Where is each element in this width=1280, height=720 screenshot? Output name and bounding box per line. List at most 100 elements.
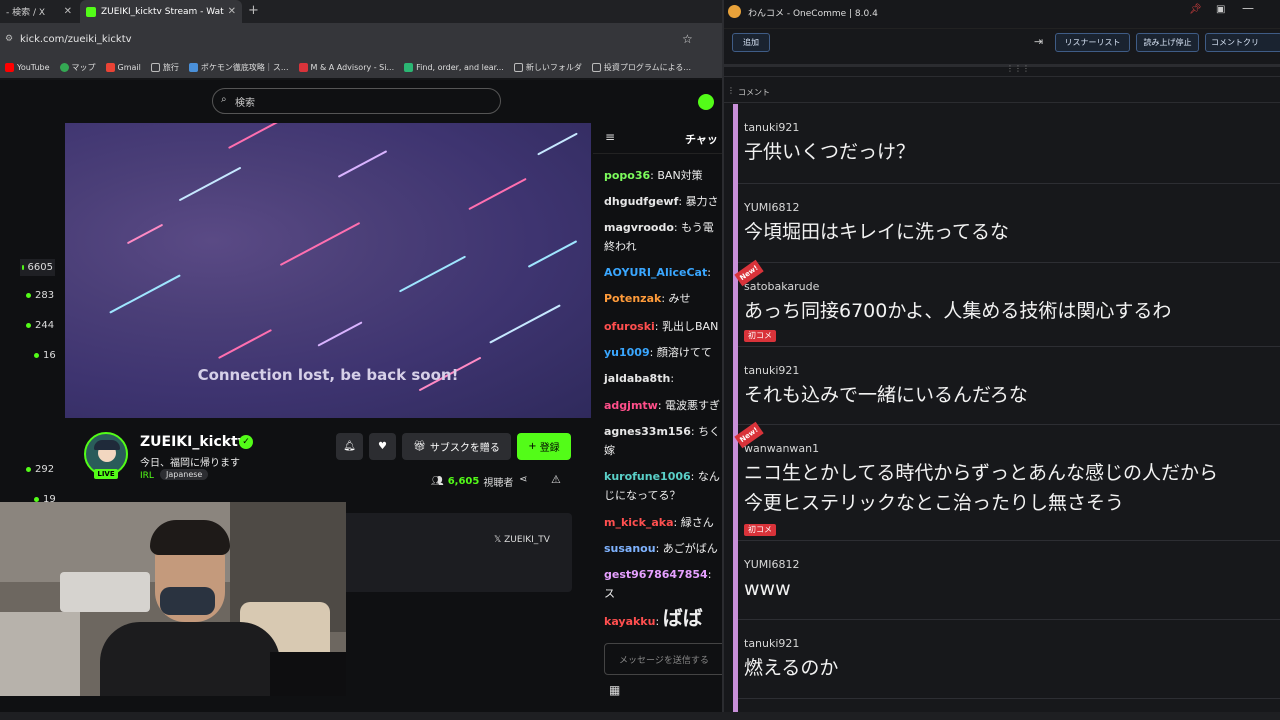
chat-username[interactable]: jaldaba8th (604, 372, 670, 385)
follow-button[interactable]: + 登録 (517, 433, 571, 460)
kick-extension-icon[interactable] (698, 94, 714, 110)
tab-kick-stream[interactable]: ZUEIKI_kicktv Stream - Wat ✕ (80, 0, 242, 23)
comment-clear-button[interactable]: コメントクリ (1205, 33, 1280, 52)
tab-label: - 検索 / X (6, 8, 46, 18)
comment-username[interactable]: satobakarude (744, 280, 819, 293)
chat-username[interactable]: Potenzak (604, 292, 661, 305)
x-social-link[interactable]: 𝕏 ZUEIKI_TV (494, 535, 550, 545)
chat-message: kayakku: ばば (604, 606, 703, 630)
chat-text-continued: じになってる？ (604, 489, 681, 502)
chat-username[interactable]: adgjmtw (604, 399, 658, 412)
sidebar-channel[interactable]: 16 (34, 350, 56, 361)
chat-panel: ≡ チャッ popo36: BAN対策 dhgudfgewf: 暴力さ magvro… (593, 122, 722, 720)
viewer-count: 👥︎ 6,605 視聴者 (431, 476, 514, 489)
listener-list-button[interactable]: リスナーリスト (1055, 33, 1130, 52)
divider (724, 76, 1280, 77)
report-icon[interactable]: ⚠ (551, 473, 561, 486)
comment-list: tanuki921 子供いくつだっけ？ YUMI6812 今頃堀田はキレイに洗ってるな… (733, 104, 1280, 720)
bookmark-find-order[interactable]: Find, order, and lear... (404, 62, 504, 72)
browser-window: - 検索 / X ✕ ZUEIKI_kicktv Stream - Wat ✕ … (0, 0, 722, 720)
comment-item[interactable]: tanuki921 子供いくつだっけ？ (738, 104, 1280, 184)
chat-message: Potenzak: みせ (604, 292, 691, 305)
chat-username[interactable]: kurofune1006 (604, 470, 691, 483)
bookmark-pokemon[interactable]: ポケモン徹底攻略｜ス... (188, 62, 289, 73)
address-bar[interactable]: ⚙ kick.com/zueiki_kicktv ☆ (0, 30, 722, 52)
comment-item[interactable]: New! satobakarude あっち同接6700かよ、人集める技術は関心するわ… (734, 259, 1280, 347)
gift-subscription-button[interactable]: 🎁︎ サブスクを贈る (402, 433, 511, 460)
folder-icon (150, 62, 160, 72)
picture-in-picture-icon[interactable]: ▣ (1216, 4, 1225, 15)
chat-username[interactable]: m_kick_aka (604, 516, 674, 529)
chat-username[interactable]: ofuroski (604, 320, 655, 333)
bookmark-maps[interactable]: マップ (59, 62, 96, 73)
login-icon[interactable]: ⇥ (1034, 35, 1043, 48)
chat-username[interactable]: popo36 (604, 169, 650, 182)
panel-menu-icon[interactable]: ⋮ (727, 86, 735, 95)
comment-username[interactable]: tanuki921 (744, 637, 799, 650)
bookmark-ma-advisory[interactable]: M & A Advisory - Si... (298, 62, 394, 72)
tab-x-search[interactable]: - 検索 / X ✕ (0, 0, 78, 23)
chat-message: agnes33m156: ちく嫁 (604, 422, 720, 460)
chat-username[interactable]: AOYURI_AliceCat (604, 266, 707, 279)
heart-icon: ♥ (378, 441, 387, 452)
comment-username[interactable]: YUMI6812 (744, 201, 800, 214)
comment-username[interactable]: wanwanwan1 (744, 442, 819, 455)
comment-username[interactable]: tanuki921 (744, 364, 799, 377)
video-player[interactable]: Connection lost, be back soon! (65, 123, 591, 418)
close-icon[interactable]: ✕ (64, 6, 72, 17)
comment-username[interactable]: tanuki921 (744, 121, 799, 134)
chat-text-continued: ス (604, 587, 615, 600)
sidebar-channel[interactable]: 244 (26, 320, 54, 331)
sidebar-channel[interactable]: 283 (26, 290, 54, 301)
bookmark-travel[interactable]: 旅行 (150, 62, 179, 73)
comment-item[interactable]: tanuki921 燃えるのか (738, 620, 1280, 699)
bookmark-gmail[interactable]: Gmail (105, 62, 141, 72)
add-button[interactable]: 追加 (732, 33, 770, 52)
pokemon-site-icon (188, 62, 198, 72)
drag-handle[interactable]: ⋮⋮⋮ (1006, 64, 1030, 73)
sidebar-channel[interactable]: 6605 (20, 259, 55, 276)
favorite-button[interactable]: ♥ (369, 433, 396, 460)
chat-message: popo36: BAN対策 (604, 169, 703, 182)
emote-store-icon[interactable]: ▦ (609, 683, 620, 697)
chat-message: yu1009: 顔溶けてて (604, 346, 712, 359)
comment-item[interactable]: YUMI6812 今頃堀田はキレイに洗ってるな (738, 184, 1280, 263)
chat-username[interactable]: yu1009 (604, 346, 650, 359)
new-tab-icon[interactable]: + (248, 3, 259, 18)
minimize-icon[interactable]: — (1242, 1, 1254, 15)
chat-username[interactable]: magvroodo (604, 221, 674, 234)
divider (724, 64, 1280, 67)
comment-username[interactable]: YUMI6812 (744, 558, 800, 571)
chat-username[interactable]: susanou (604, 542, 656, 555)
stop-reading-button[interactable]: 読み上げ停止 (1136, 33, 1199, 52)
bookmark-investment[interactable]: 投資プログラムによる... (591, 62, 691, 73)
bookmark-youtube[interactable]: YouTube (5, 62, 50, 72)
share-icon[interactable]: ⋖ (519, 474, 527, 485)
viewers-icon: 👥︎ (431, 476, 444, 487)
notification-button[interactable]: 🔔︎ (336, 433, 363, 460)
pin-icon[interactable]: 📌︎ (1189, 4, 1202, 15)
bookmark-star-icon[interactable]: ☆ (682, 32, 693, 46)
site-info-icon[interactable]: ⚙ (5, 34, 13, 44)
chat-message: AOYURI_AliceCat: (604, 266, 711, 279)
chat-input[interactable]: メッセージを送信する (604, 643, 722, 675)
category-link[interactable]: IRL (140, 471, 154, 481)
comment-item[interactable]: YUMI6812 www (738, 541, 1280, 620)
channel-name[interactable]: ZUEIKI_kicktv (140, 434, 247, 450)
chat-username[interactable]: agnes33m156 (604, 425, 691, 438)
folder-icon (591, 62, 601, 72)
ma-site-icon (298, 62, 308, 72)
sidebar-channel[interactable]: 292 (26, 464, 54, 475)
comment-item[interactable]: tanuki921 それも込みで一緒にいるんだろな (738, 347, 1280, 425)
search-input[interactable]: ⌕ 検索 (212, 88, 501, 114)
menu-icon[interactable]: ≡ (605, 130, 615, 144)
chat-username[interactable]: kayakku (604, 615, 655, 628)
language-tag[interactable]: Japanese (160, 469, 209, 480)
chat-username[interactable]: gest9678647854 (604, 568, 708, 581)
close-icon[interactable]: ✕ (228, 6, 236, 17)
about-panel (340, 513, 572, 592)
taskbar (0, 712, 1280, 720)
bookmark-new-folder[interactable]: 新しいフォルダ (513, 62, 582, 73)
chat-username[interactable]: dhgudfgewf (604, 195, 678, 208)
comment-item[interactable]: New! wanwanwan1 ニコ生とかしてる時代からずっとあんな感じの人だから今… (734, 421, 1280, 541)
